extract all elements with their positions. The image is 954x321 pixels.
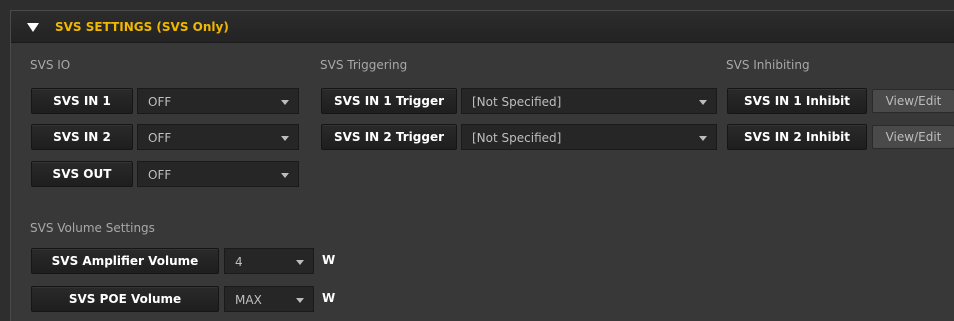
svs-in-2-inhibit-button[interactable]: SVS IN 2 Inhibit bbox=[727, 124, 867, 150]
svs-in-1-trigger-select[interactable]: [Not Specified] bbox=[461, 88, 717, 114]
chevron-down-icon bbox=[296, 298, 304, 303]
svs-in-2-select[interactable]: OFF bbox=[137, 124, 299, 150]
section-header[interactable]: SVS SETTINGS (SVS Only) bbox=[11, 11, 954, 43]
svs-in-1-value: OFF bbox=[148, 95, 172, 109]
svs-triggering-label: SVS Triggering bbox=[320, 58, 408, 72]
poe-volume-unit: W bbox=[322, 291, 336, 305]
svs-volume-settings-label: SVS Volume Settings bbox=[30, 221, 155, 235]
svs-settings-panel: SVS SETTINGS (SVS Only) SVS IO SVS Trigg… bbox=[10, 10, 954, 321]
chevron-down-icon bbox=[699, 136, 707, 141]
svs-out-button[interactable]: SVS OUT bbox=[31, 161, 133, 187]
svs-in-2-view-edit-button[interactable]: View/Edit bbox=[872, 125, 954, 149]
svs-in-1-inhibit-button[interactable]: SVS IN 1 Inhibit bbox=[727, 88, 867, 114]
svs-poe-volume-value: MAX bbox=[235, 293, 262, 307]
svs-out-value: OFF bbox=[148, 168, 172, 182]
svs-io-label: SVS IO bbox=[30, 58, 71, 72]
svs-in-1-select[interactable]: OFF bbox=[137, 88, 299, 114]
svs-in-1-trigger-button[interactable]: SVS IN 1 Trigger bbox=[321, 88, 457, 114]
svs-in-2-value: OFF bbox=[148, 131, 172, 145]
svs-in-1-button[interactable]: SVS IN 1 bbox=[31, 88, 133, 114]
chevron-down-icon bbox=[296, 260, 304, 265]
svs-inhibiting-label: SVS Inhibiting bbox=[726, 58, 810, 72]
chevron-down-icon bbox=[281, 100, 289, 105]
svs-in-2-trigger-value: [Not Specified] bbox=[472, 131, 562, 145]
chevron-down-icon bbox=[281, 173, 289, 178]
svs-in-1-trigger-value: [Not Specified] bbox=[472, 95, 562, 109]
collapse-triangle-icon[interactable] bbox=[27, 23, 39, 32]
svs-in-2-trigger-select[interactable]: [Not Specified] bbox=[461, 124, 717, 150]
section-title: SVS SETTINGS (SVS Only) bbox=[55, 20, 229, 34]
svs-amplifier-volume-button[interactable]: SVS Amplifier Volume bbox=[31, 248, 219, 274]
svs-amplifier-volume-value: 4 bbox=[235, 255, 243, 269]
svs-in-1-view-edit-button[interactable]: View/Edit bbox=[872, 89, 954, 113]
svs-amplifier-volume-select[interactable]: 4 bbox=[224, 248, 314, 274]
chevron-down-icon bbox=[699, 100, 707, 105]
svs-in-2-trigger-button[interactable]: SVS IN 2 Trigger bbox=[321, 124, 457, 150]
svs-out-select[interactable]: OFF bbox=[137, 161, 299, 187]
svs-in-2-button[interactable]: SVS IN 2 bbox=[31, 124, 133, 150]
chevron-down-icon bbox=[281, 136, 289, 141]
svs-poe-volume-button[interactable]: SVS POE Volume bbox=[31, 286, 219, 312]
svs-poe-volume-select[interactable]: MAX bbox=[224, 286, 314, 312]
amplifier-volume-unit: W bbox=[322, 253, 336, 267]
